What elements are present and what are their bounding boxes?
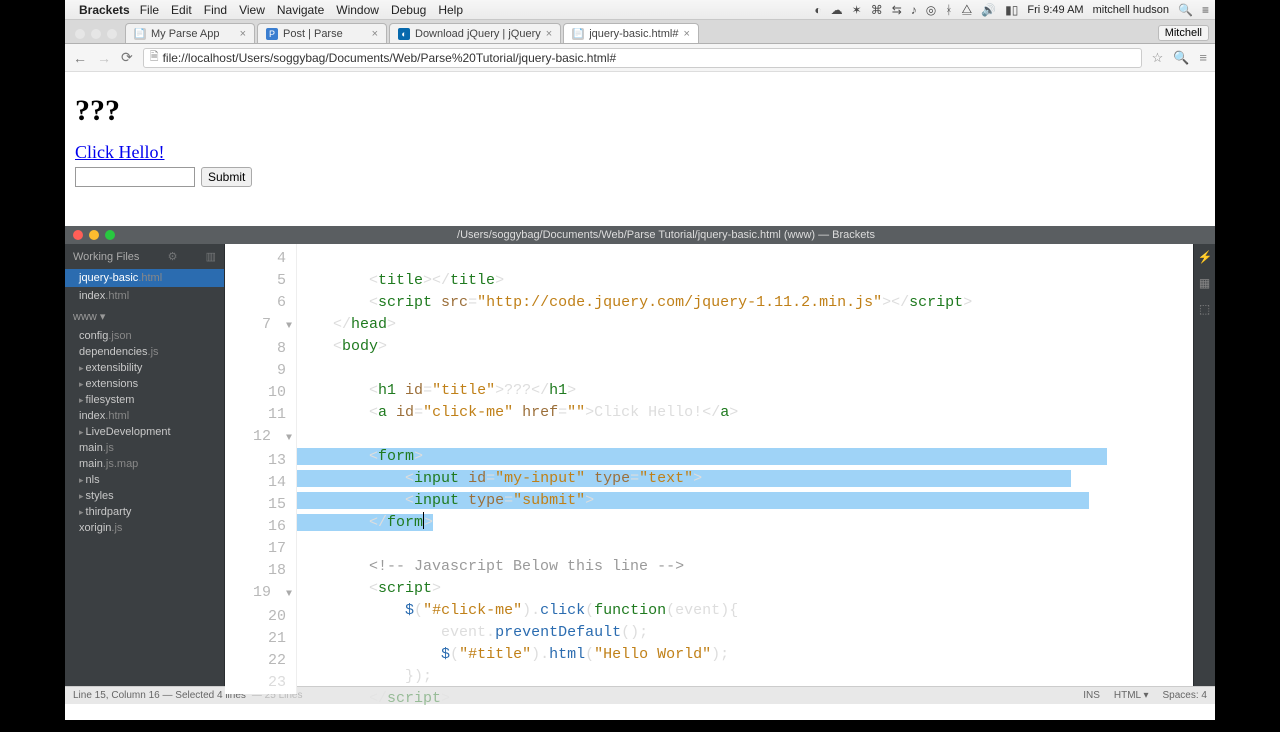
file-item[interactable]: config.json <box>65 328 224 344</box>
tab-label: My Parse App <box>151 28 219 40</box>
battery-icon[interactable]: ▮▯ <box>1005 3 1018 17</box>
menu-find[interactable]: Find <box>204 3 227 17</box>
code-editor[interactable]: 4567 ▼89101112 ▼13141516171819 ▼20212223… <box>225 244 1193 686</box>
tab-label: jquery-basic.html# <box>589 28 678 40</box>
close-tab-icon[interactable]: × <box>546 28 552 40</box>
favicon-icon: P <box>266 28 278 40</box>
minimize-icon[interactable] <box>91 29 101 39</box>
page-heading: ??? <box>75 94 1205 128</box>
menu-extra-icon[interactable]: ≡ <box>1202 3 1209 17</box>
browser-window: 📄 My Parse App × P Post | Parse × ◐ Down… <box>65 20 1215 220</box>
favicon-icon: 📄 <box>134 28 146 40</box>
window-title: /Users/soggybag/Documents/Web/Parse Tuto… <box>125 229 1207 241</box>
minimize-icon[interactable] <box>89 230 99 240</box>
active-app[interactable]: Brackets <box>79 3 130 17</box>
favicon-icon: ◐ <box>398 28 410 40</box>
split-icon[interactable]: ▥ <box>206 250 216 263</box>
menu-edit[interactable]: Edit <box>171 3 192 17</box>
forward-button[interactable]: → <box>97 50 111 66</box>
code-content[interactable]: <title></title> <script src="http://code… <box>297 248 1193 732</box>
mac-menubar: Brackets File Edit Find View Navigate Wi… <box>65 0 1215 20</box>
url-text: file://localhost/Users/soggybag/Document… <box>163 51 617 65</box>
project-dropdown[interactable]: www ▾ <box>65 305 224 328</box>
bluetooth-icon[interactable]: ᚼ <box>945 3 952 17</box>
close-tab-icon[interactable]: × <box>372 28 378 40</box>
status-icon[interactable]: ☁ <box>831 3 843 17</box>
close-tab-icon[interactable]: × <box>240 28 246 40</box>
status-icon[interactable]: ♪ <box>911 3 917 17</box>
status-icon[interactable]: ⌘ <box>871 3 883 17</box>
right-toolbar: ⚡ ▦ ⬚ <box>1193 244 1215 686</box>
file-item[interactable]: main.js <box>65 440 224 456</box>
user-name[interactable]: mitchell hudson <box>1093 4 1169 16</box>
file-icon: 🗎 <box>150 48 159 67</box>
page-content: ??? Click Hello! Submit <box>65 72 1215 197</box>
hamburger-icon[interactable]: ≡ <box>1199 50 1207 65</box>
menu-navigate[interactable]: Navigate <box>277 3 324 17</box>
text-input[interactable] <box>75 167 195 187</box>
brackets-window: /Users/soggybag/Documents/Web/Parse Tuto… <box>65 226 1215 704</box>
folder-item[interactable]: ▸extensibility <box>65 360 224 376</box>
url-bar[interactable]: 🗎 file://localhost/Users/soggybag/Docume… <box>143 48 1142 68</box>
browser-tab-active[interactable]: 📄 jquery-basic.html# × <box>563 23 699 43</box>
clock[interactable]: Fri 9:49 AM <box>1027 4 1083 16</box>
browser-tab[interactable]: ◐ Download jQuery | jQuery × <box>389 23 561 43</box>
file-item[interactable]: dependencies.js <box>65 344 224 360</box>
folder-item[interactable]: ▸filesystem <box>65 392 224 408</box>
wifi-icon[interactable]: ⧋ <box>961 2 972 17</box>
status-icon[interactable]: ✶ <box>852 3 862 17</box>
maximize-icon[interactable] <box>107 29 117 39</box>
volume-icon[interactable]: 🔊 <box>981 3 996 17</box>
browser-tab[interactable]: 📄 My Parse App × <box>125 23 255 43</box>
favicon-icon: 📄 <box>572 28 584 40</box>
menu-view[interactable]: View <box>239 3 265 17</box>
zoom-icon[interactable]: 🔍 <box>1173 50 1189 66</box>
working-file[interactable]: jquery-basic.html <box>65 269 224 287</box>
folder-item[interactable]: ▸LiveDevelopment <box>65 424 224 440</box>
status-icon[interactable]: ◐ <box>814 3 821 17</box>
file-item[interactable]: main.js.map <box>65 456 224 472</box>
close-icon[interactable] <box>75 29 85 39</box>
menu-help[interactable]: Help <box>438 3 463 17</box>
click-hello-link[interactable]: Click Hello! <box>75 142 164 162</box>
sidebar: Working Files ⚙ ▥ jquery-basic.html inde… <box>65 244 225 686</box>
folder-item[interactable]: ▸extensions <box>65 376 224 392</box>
tab-label: Download jQuery | jQuery <box>415 28 541 40</box>
live-preview-icon[interactable]: ⚡ <box>1198 250 1212 264</box>
menu-debug[interactable]: Debug <box>391 3 426 17</box>
folder-item[interactable]: ▸nls <box>65 472 224 488</box>
reload-button[interactable]: ⟳ <box>121 49 133 66</box>
close-icon[interactable] <box>73 230 83 240</box>
menu-window[interactable]: Window <box>336 3 379 17</box>
bookmark-icon[interactable]: ☆ <box>1152 50 1164 66</box>
browser-tab[interactable]: P Post | Parse × <box>257 23 387 43</box>
working-file[interactable]: index.html <box>65 287 224 305</box>
back-button[interactable]: ← <box>73 50 87 66</box>
spotlight-icon[interactable]: 🔍 <box>1178 3 1193 17</box>
close-tab-icon[interactable]: × <box>683 28 689 40</box>
file-item[interactable]: index.html <box>65 408 224 424</box>
submit-button[interactable]: Submit <box>201 167 252 187</box>
extension-icon[interactable]: ⬚ <box>1198 302 1212 316</box>
status-icon[interactable]: ⇆ <box>892 3 902 17</box>
gear-icon[interactable]: ⚙ <box>168 250 178 263</box>
extension-icon[interactable]: ▦ <box>1198 276 1212 290</box>
folder-item[interactable]: ▸styles <box>65 488 224 504</box>
maximize-icon[interactable] <box>105 230 115 240</box>
folder-item[interactable]: ▸thirdparty <box>65 504 224 520</box>
line-gutter: 4567 ▼89101112 ▼13141516171819 ▼20212223 <box>225 244 297 694</box>
file-item[interactable]: xorigin.js <box>65 520 224 536</box>
working-files-header[interactable]: Working Files ⚙ ▥ <box>65 244 224 269</box>
status-icon[interactable]: ◎ <box>926 3 936 17</box>
menu-file[interactable]: File <box>140 3 159 17</box>
cursor-position: Line 15, Column 16 — Selected 4 lines <box>73 690 246 701</box>
tab-label: Post | Parse <box>283 28 343 40</box>
profile-button[interactable]: Mitchell <box>1158 25 1209 41</box>
